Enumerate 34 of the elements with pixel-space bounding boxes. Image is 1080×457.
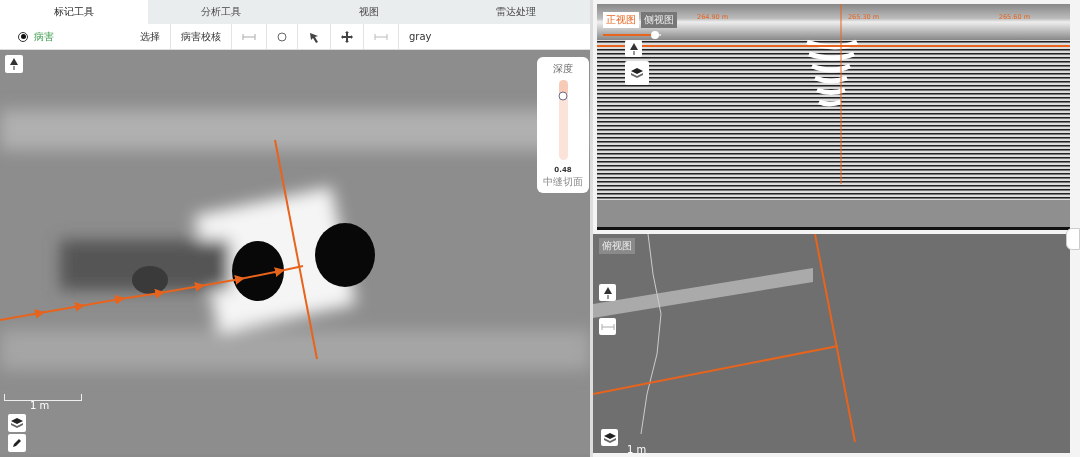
slider-title: 深度 — [553, 62, 573, 76]
view-tab[interactable]: 正视图 — [603, 12, 639, 28]
scale-label: 1 m — [30, 400, 50, 411]
depth-slider[interactable] — [558, 80, 568, 160]
layers-icon — [631, 68, 643, 78]
slider-caption: 中缝切面 — [543, 175, 583, 189]
ruler-icon — [242, 32, 256, 41]
cursor-icon — [308, 30, 320, 43]
ruler-icon — [374, 32, 388, 41]
tab[interactable]: 标记工具 — [0, 0, 148, 24]
circle-icon — [277, 31, 287, 42]
slider-thumb[interactable] — [558, 91, 568, 101]
tab[interactable]: 雷达处理 — [442, 0, 590, 24]
hyperbola-drawing — [804, 39, 860, 107]
north-arrow-icon — [603, 286, 612, 299]
collapse-handle[interactable] — [1066, 228, 1080, 250]
layers-icon — [11, 418, 23, 428]
view-tab[interactable]: 侧视图 — [641, 12, 677, 28]
tab[interactable]: 分析工具 — [147, 0, 295, 24]
north-arrow-icon — [10, 58, 18, 70]
scale-label: 1 m — [627, 444, 647, 453]
draw-button[interactable] — [8, 434, 26, 452]
layers-button[interactable] — [8, 414, 26, 432]
slider-thumb[interactable] — [651, 31, 660, 39]
layers-button[interactable] — [625, 61, 649, 85]
move-icon — [341, 30, 353, 43]
radio-option[interactable]: 病害 — [0, 24, 130, 49]
layers-icon — [603, 432, 616, 443]
layers-button[interactable] — [601, 429, 618, 446]
tab[interactable]: 视图 — [295, 0, 443, 24]
north-arrow-icon — [629, 42, 638, 55]
ruler-icon — [600, 322, 615, 331]
pencil-icon — [12, 438, 22, 448]
view-label: 俯视图 — [599, 238, 635, 254]
